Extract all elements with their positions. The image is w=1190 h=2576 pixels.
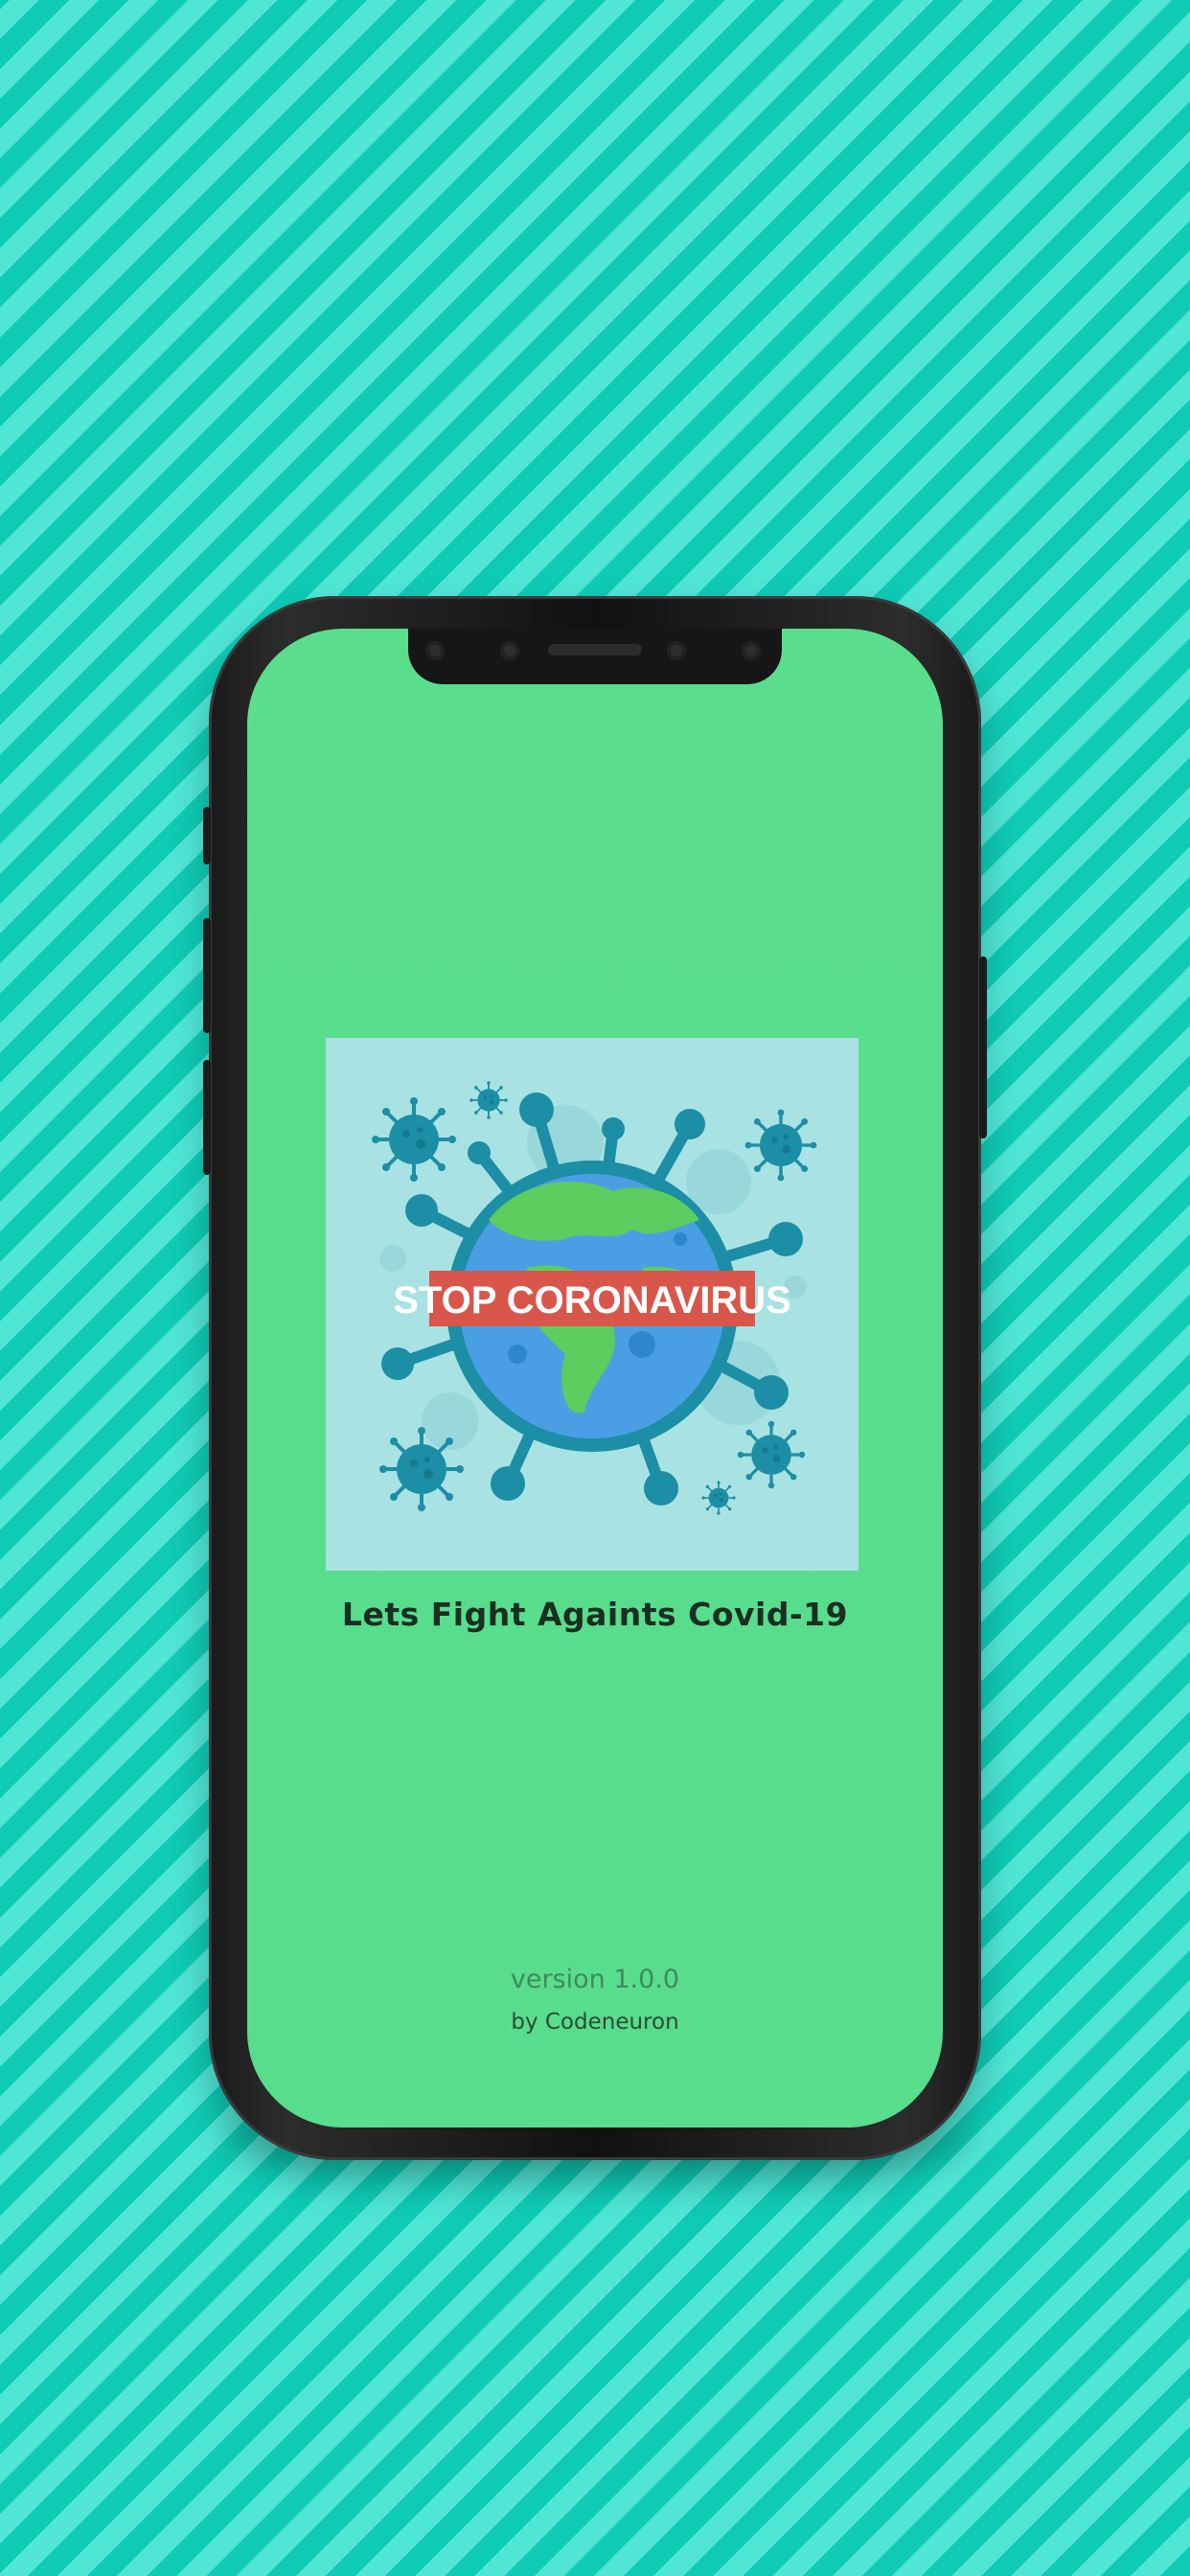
earpiece-speaker [548,644,642,656]
page-title: Lets Fight Againts Covid-19 [341,1596,849,1633]
camera-dot [425,641,445,660]
banner-text: STOP CORONAVIRUS [393,1279,791,1322]
version-label: version 1.0.0 [510,1965,680,1994]
stop-coronavirus-poster: STOP CORONAVIRUS [326,1038,858,1571]
phone-volume-up [203,918,211,1033]
phone-silent-switch [203,807,211,864]
globe-icon: STOP CORONAVIRUS [370,1080,819,1516]
phone-notch [408,629,782,684]
phone-volume-down [203,1060,211,1175]
front-camera-dot [667,641,686,660]
author-credit: by Codeneuron [511,2010,679,2035]
proximity-dot [742,641,761,660]
sensor-dot [500,641,519,660]
phone-power-button [979,956,987,1138]
